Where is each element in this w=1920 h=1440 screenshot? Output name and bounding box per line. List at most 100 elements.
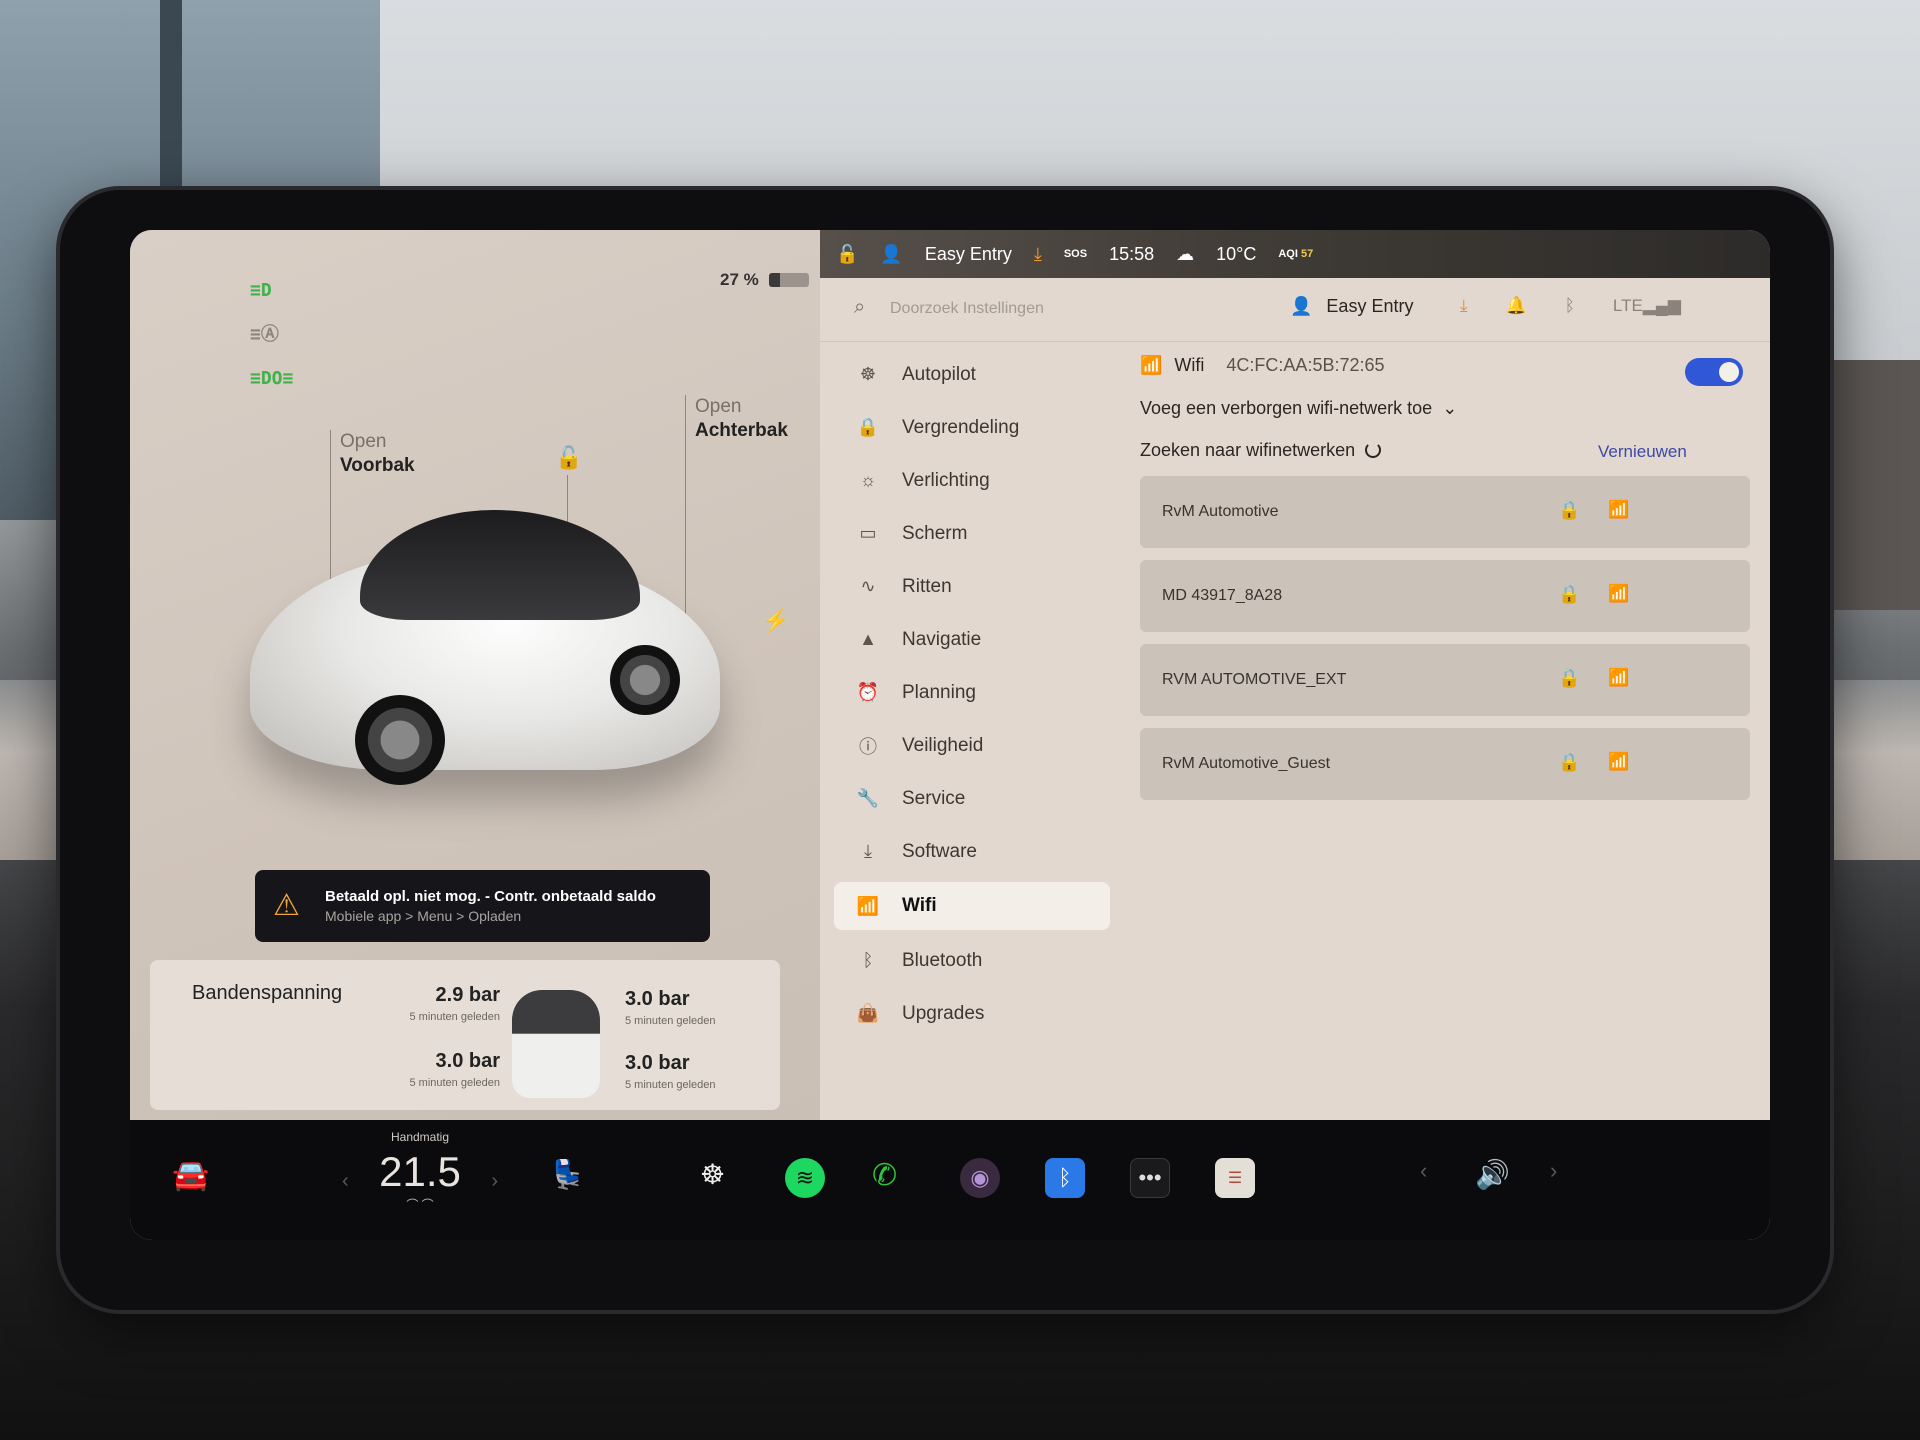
- sidebar-item-label: Autopilot: [902, 363, 976, 385]
- volume-up-chevron-icon[interactable]: ›: [1550, 1158, 1557, 1184]
- rear-trunk-action: Open: [695, 396, 742, 417]
- wifi-signal-icon: 📶: [1608, 752, 1630, 771]
- unlock-status-icon[interactable]: 🔓: [836, 244, 858, 265]
- alert-subtitle: Mobiele app > Menu > Opladen: [325, 908, 522, 924]
- trips-icon: ∿: [860, 576, 876, 596]
- car-icon[interactable]: 🚘: [172, 1158, 209, 1193]
- wifi-label: Wifi: [1174, 354, 1205, 375]
- lock-icon: 🔒: [1558, 752, 1581, 772]
- steering-wheel-heater-icon[interactable]: ☸: [700, 1158, 725, 1191]
- status-profile-name[interactable]: Easy Entry: [925, 244, 1012, 265]
- lock-icon: 🔒: [1558, 500, 1581, 520]
- clock: 15:58: [1109, 243, 1155, 264]
- download-icon[interactable]: ⤓: [1460, 296, 1468, 316]
- tire-value: 2.9 bar: [435, 984, 500, 1006]
- network-ssid: RVM AUTOMOTIVE_EXT: [1162, 671, 1347, 688]
- sidebar-item-upgrades[interactable]: 👜 Upgrades: [820, 987, 1120, 1040]
- alert-title: Betaald opl. niet mog. - Contr. onbetaal…: [325, 888, 656, 905]
- wifi-signal-icon: 📶: [1608, 668, 1630, 687]
- scanning-row: Zoeken naar wifinetwerken Vernieuwen: [1140, 432, 1750, 468]
- notes-icon[interactable]: ☰: [1215, 1158, 1255, 1198]
- sos-icon[interactable]: SOS: [1064, 248, 1087, 260]
- sidebar-item-label: Ritten: [902, 575, 952, 597]
- tire-updated: 5 minuten geleden: [409, 1011, 500, 1023]
- bottom-dock: 🚘 Handmatig 21.5 ⌒ ⌒ ‹ › 💺 ☸ ≋ ✆ ◉ ᛒ •••…: [130, 1120, 1770, 1240]
- seat-heater-icon[interactable]: 💺: [550, 1158, 585, 1191]
- volume-icon[interactable]: 🔊: [1475, 1158, 1510, 1191]
- climate-mode: Handmatig: [390, 1130, 450, 1144]
- aqi-indicator: AQI 57: [1278, 248, 1313, 260]
- wifi-network-item[interactable]: RVM AUTOMOTIVE_EXT 🔒 📶: [1140, 644, 1750, 716]
- lte-signal-icon: LTE▂▄▆: [1612, 296, 1681, 315]
- refresh-button[interactable]: Vernieuwen: [1598, 442, 1687, 462]
- wifi-settings: 📶 Wifi 4C:FC:AA:5B:72:65 Voeg een verbor…: [1140, 348, 1750, 800]
- wifi-mac-address: 4C:FC:AA:5B:72:65: [1226, 354, 1385, 375]
- tire-rear-right: 3.0 bar 5 minuten geleden: [625, 1052, 775, 1091]
- sidebar-item-autopilot[interactable]: ☸ Autopilot: [820, 348, 1120, 401]
- spotify-icon[interactable]: ≋: [785, 1158, 825, 1198]
- more-apps-icon[interactable]: •••: [1130, 1158, 1170, 1198]
- tire-pressure-card[interactable]: Bandenspanning 2.9 bar 5 minuten geleden…: [150, 960, 780, 1110]
- wifi-header: 📶 Wifi 4C:FC:AA:5B:72:65: [1140, 348, 1750, 382]
- wifi-network-item[interactable]: RvM Automotive 🔒 📶: [1140, 476, 1750, 548]
- add-hidden-network-label: Voeg een verborgen wifi-netwerk toe: [1140, 397, 1433, 418]
- notification-bell-icon[interactable]: 🔔: [1506, 296, 1527, 316]
- car-roof: [360, 510, 640, 620]
- safety-alert-icon: ⓘ: [859, 736, 877, 757]
- sidebar-item-bluetooth[interactable]: ᛒ Bluetooth: [820, 934, 1120, 987]
- bluetooth-icon[interactable]: ᛒ: [1045, 1158, 1085, 1198]
- tire-value: 3.0 bar: [435, 1050, 500, 1072]
- shopping-bag-icon: 👜: [856, 1003, 880, 1023]
- network-ssid: RvM Automotive_Guest: [1162, 755, 1331, 772]
- sidebar-item-service[interactable]: 🔧 Service: [820, 772, 1120, 825]
- wifi-signal-icon: 📶: [1608, 500, 1630, 519]
- wifi-network-item[interactable]: MD 43917_8A28 🔒 📶: [1140, 560, 1750, 632]
- charge-port-icon[interactable]: ⚡: [762, 608, 789, 634]
- toggle-knob: [1719, 362, 1739, 382]
- sidebar-item-ritten[interactable]: ∿ Ritten: [820, 560, 1120, 613]
- vehicle-render: [210, 470, 730, 800]
- sidebar-item-wifi[interactable]: 📶 Wifi: [834, 882, 1110, 930]
- sidebar-item-scherm[interactable]: ▭ Scherm: [820, 507, 1120, 560]
- unlock-icon[interactable]: 🔓: [555, 445, 582, 471]
- sidebar-item-planning[interactable]: ⏰ Planning: [820, 666, 1120, 719]
- tire-pressure-title: Bandenspanning: [192, 982, 343, 1004]
- search-icon: ⌕: [854, 296, 866, 318]
- sidebar-item-vergrendeling[interactable]: 🔒 Vergrendeling: [820, 401, 1120, 454]
- network-ssid: RvM Automotive: [1162, 503, 1279, 520]
- sidebar-item-label: Vergrendeling: [902, 416, 1020, 438]
- tire-rear-left: 3.0 bar 5 minuten geleden: [350, 1050, 500, 1089]
- bluetooth-status-icon[interactable]: ᛒ: [1565, 296, 1575, 316]
- battery-percent: 27 %: [720, 270, 759, 289]
- sidebar-item-label: Scherm: [902, 522, 968, 544]
- sidebar-item-veiligheid[interactable]: ⓘ Veiligheid: [820, 719, 1120, 772]
- charging-alert[interactable]: ⚠ Betaald opl. niet mog. - Contr. onbeta…: [255, 870, 710, 942]
- battery-fill: [768, 273, 780, 287]
- defrost-icons: ⌒ ⌒: [406, 1198, 434, 1212]
- temp-up-chevron-icon[interactable]: ›: [491, 1170, 498, 1193]
- settings-search-input[interactable]: [890, 294, 1190, 324]
- open-rear-trunk-button[interactable]: Open Achterbak: [695, 395, 788, 443]
- driver-profile-button[interactable]: 👤 Easy Entry: [1290, 296, 1413, 317]
- light-indicators: ≡D ≡Ⓐ ≡DO≡: [250, 280, 294, 390]
- sidebar-item-label: Veiligheid: [902, 734, 984, 756]
- sidebar-item-verlichting[interactable]: ☼ Verlichting: [820, 454, 1120, 507]
- tire-value: 3.0 bar: [625, 1052, 690, 1074]
- sidebar-item-navigatie[interactable]: ▲ Navigatie: [820, 613, 1120, 666]
- wifi-network-item[interactable]: RvM Automotive_Guest 🔒 📶: [1140, 728, 1750, 800]
- wifi-toggle[interactable]: [1685, 358, 1743, 386]
- climate-control[interactable]: Handmatig 21.5 ⌒ ⌒ ‹ ›: [330, 1130, 510, 1230]
- temp-down-chevron-icon[interactable]: ‹: [342, 1170, 349, 1193]
- sidebar-item-software[interactable]: ⤓ Software: [820, 825, 1120, 878]
- add-hidden-network-dropdown[interactable]: Voeg een verborgen wifi-netwerk toe ⌄: [1140, 390, 1750, 426]
- display-icon: ▭: [859, 523, 877, 543]
- camera-icon[interactable]: ◉: [960, 1158, 1000, 1198]
- rear-trunk-name: Achterbak: [695, 420, 788, 441]
- volume-down-chevron-icon[interactable]: ‹: [1420, 1158, 1427, 1184]
- software-update-icon[interactable]: ⤓: [1034, 244, 1042, 265]
- bluetooth-icon: ᛒ: [862, 950, 874, 970]
- phone-icon[interactable]: ✆: [872, 1158, 897, 1193]
- parking-lights-icon: ≡DO≡: [250, 368, 294, 389]
- outside-temperature: 10°C: [1216, 243, 1257, 264]
- lock-icon: 🔒: [1558, 668, 1581, 688]
